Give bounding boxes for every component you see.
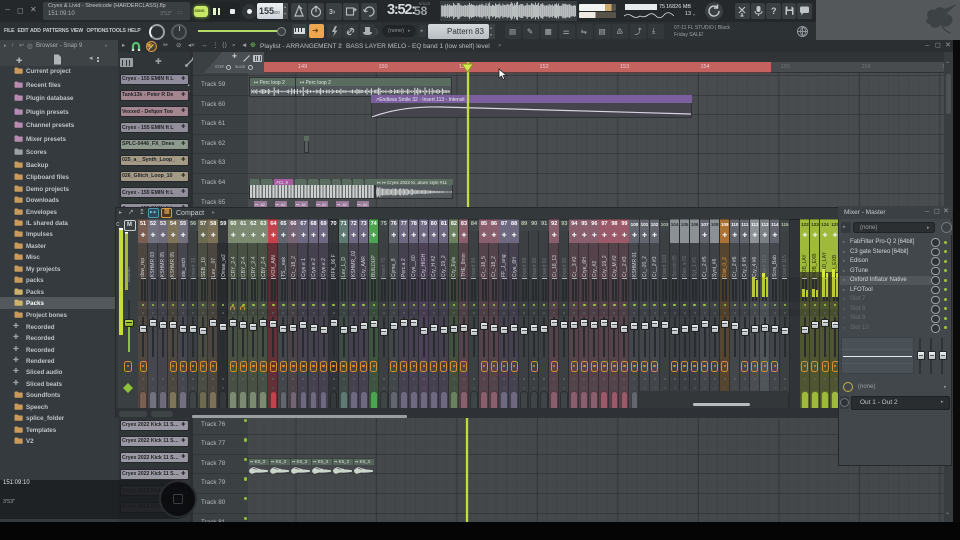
svg-text:3›: 3› — [329, 9, 336, 16]
svg-text:?: ? — [771, 6, 777, 16]
